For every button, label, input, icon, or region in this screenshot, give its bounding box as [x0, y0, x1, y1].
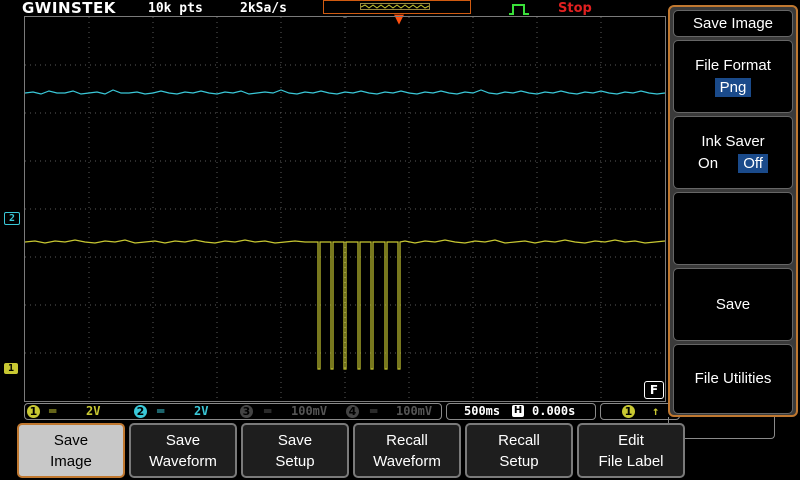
memory-view-window [360, 3, 430, 10]
ink-saver-off: Off [738, 154, 768, 173]
save-image-tab-line1: Save [53, 431, 89, 449]
edit-file-label-tab[interactable]: Edit File Label [577, 423, 685, 478]
side-menu: Save Image File Format Png Ink Saver On … [668, 5, 798, 417]
file-format-label: File Format [695, 57, 771, 74]
save-button[interactable]: Save [673, 268, 793, 341]
save-waveform-tab[interactable]: Save Waveform [129, 423, 237, 478]
status-bar: 1 ═ 2V 2 ═ 2V 3 ═ 100mV 4 ═ 100mV 500ms … [24, 403, 680, 420]
blank-softkey[interactable] [673, 192, 793, 265]
channel-2-trace [25, 89, 665, 95]
recall-waveform-tab-line2: Waveform [373, 452, 441, 470]
timebase-position: 0.000s [532, 404, 576, 418]
save-image-tab-line2: Image [50, 452, 92, 470]
save-setup-tab-line1: Save [277, 431, 313, 449]
channel-1-badge[interactable]: 1 [27, 405, 40, 418]
recall-waveform-tab[interactable]: Recall Waveform [353, 423, 461, 478]
save-waveform-tab-line2: Waveform [149, 452, 217, 470]
channel-1-scale: 2V [86, 404, 101, 418]
horizontal-position-icon: H [512, 405, 524, 417]
recall-setup-tab-line1: Recall [498, 431, 540, 449]
edit-file-label-tab-line1: Edit [618, 431, 644, 449]
save-image-tab[interactable]: Save Image [17, 423, 125, 478]
channel-1-ground-marker[interactable]: 1 [4, 363, 18, 374]
channel-2-ground-marker[interactable]: 2 [4, 212, 20, 225]
grid-and-traces [25, 17, 665, 401]
side-menu-title: Save Image [673, 10, 793, 37]
file-format-badge: F [644, 381, 664, 399]
ink-saver-label: Ink Saver [701, 133, 765, 150]
channel-3-coupling-icon: ═ [264, 404, 272, 418]
file-utilities-button[interactable]: File Utilities [673, 344, 793, 414]
trigger-type-edge-icon [509, 4, 529, 15]
channel-4-badge[interactable]: 4 [346, 405, 359, 418]
channel-2-coupling-icon: ═ [157, 404, 165, 418]
rising-edge-icon: ↑ [652, 404, 660, 418]
edit-file-label-tab-line2: File Label [598, 452, 664, 470]
record-length: 10k pts [148, 1, 203, 16]
channel-4-coupling-icon: ═ [370, 404, 378, 418]
timebase-scale: 500ms [464, 404, 501, 418]
file-format-button[interactable]: File Format Png [673, 40, 793, 113]
channel-3-badge[interactable]: 3 [240, 405, 253, 418]
save-waveform-tab-line1: Save [165, 431, 201, 449]
channel-3-scale: 100mV [291, 404, 328, 418]
run-state: Stop [558, 1, 592, 16]
brand-logo: GWINSTEK [22, 0, 116, 17]
save-setup-tab-line2: Setup [275, 452, 315, 470]
sample-rate: 2kSa/s [240, 1, 287, 16]
recall-setup-tab[interactable]: Recall Setup [465, 423, 573, 478]
waveform-graticule [24, 16, 666, 402]
ink-saver-button[interactable]: Ink Saver On Off [673, 116, 793, 189]
save-setup-tab[interactable]: Save Setup [241, 423, 349, 478]
trigger-source-badge: 1 [622, 405, 635, 418]
recall-setup-tab-line2: Setup [499, 452, 539, 470]
channel-2-badge[interactable]: 2 [134, 405, 147, 418]
channel-2-scale: 2V [194, 404, 209, 418]
channel-1-coupling-icon: ═ [49, 404, 57, 418]
ink-saver-on: On [698, 155, 719, 172]
recall-waveform-tab-line1: Recall [386, 431, 428, 449]
channel-4-scale: 100mV [396, 404, 433, 418]
file-format-value: Png [714, 78, 752, 97]
